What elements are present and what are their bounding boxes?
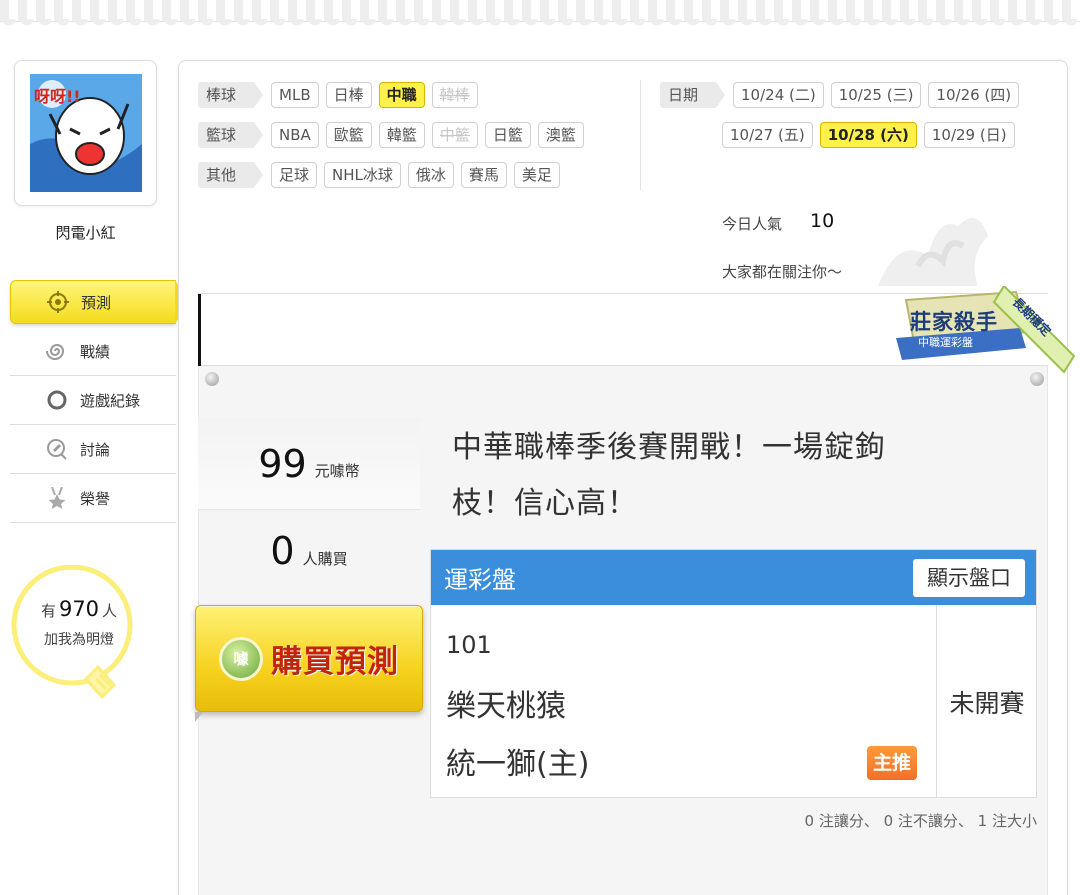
spiral-icon <box>46 340 68 362</box>
sidebar-item-record[interactable]: 戰績 <box>10 327 176 376</box>
date-1026[interactable]: 10/26 (四) <box>928 82 1020 108</box>
sidebar-item-label: 討論 <box>80 440 111 459</box>
bet-stats-line: 0 注讓分、 0 注不讓分、 1 注大小 <box>804 812 1037 830</box>
sidebar-item-label: 榮譽 <box>80 489 111 508</box>
date-1024[interactable]: 10/24 (二) <box>733 82 824 108</box>
ring-icon <box>46 389 68 411</box>
prediction-headline: 中華職棒季後賽開戰！一場錠鉤 枝！信心高！ <box>452 420 972 532</box>
coin-glyph: 噱 <box>233 650 249 668</box>
buy-prediction-button[interactable]: 噱 購買預測 <box>195 605 423 712</box>
date-1029[interactable]: 10/29 (日) <box>923 122 1015 148</box>
tag-nba[interactable]: NBA <box>271 122 319 148</box>
tag-kbl[interactable]: 韓籃 <box>378 122 425 148</box>
medal-icon <box>46 487 68 509</box>
avatar-caption: 呀呀!! <box>34 87 81 106</box>
buy-prediction-label: 購買預測 <box>271 644 399 680</box>
buyer-count: 0 <box>270 529 295 573</box>
away-team: 樂天桃猿 <box>446 689 566 724</box>
date-row-2: 10/27 (五) 10/28 (六) 10/29 (日) <box>722 122 1015 148</box>
odds-card: 運彩盤 顯示盤口 101 樂天桃猿 統一獅(主) 主推 未開賽 <box>430 549 1037 798</box>
tag-nfl[interactable]: 美足 <box>513 162 560 188</box>
sidebar-menu: 預測 戰績 遊戲紀錄 討論 榮譽 <box>10 280 189 523</box>
tag-npb[interactable]: 日棒 <box>325 82 372 108</box>
fans-count: 970 <box>58 597 100 621</box>
fans-count-line: 有 970 人 <box>24 597 134 621</box>
tag-sbl: 中籃 <box>431 122 478 148</box>
fans-prefix: 有 <box>40 602 56 620</box>
target-icon <box>47 291 69 313</box>
coin-unit: 元噱幣 <box>314 462 360 480</box>
category-label-baseball: 棒球 <box>198 82 264 108</box>
odds-body: 101 樂天桃猿 統一獅(主) 主推 未開賽 <box>431 605 1036 798</box>
coin-price-box: 99 元噱幣 <box>198 418 420 510</box>
attention-text: 大家都在關注你～ <box>722 263 843 281</box>
top-decorative-border <box>0 0 1080 27</box>
sidebar-item-prediction[interactable]: 預測 <box>10 280 189 324</box>
tag-bleague[interactable]: 日籃 <box>484 122 531 148</box>
sidebar-item-label: 遊戲紀錄 <box>80 391 141 410</box>
popularity-value: 10 <box>810 210 835 232</box>
sidebar-item-discussion[interactable]: 討論 <box>10 425 176 474</box>
decorative-mascot-icon <box>878 218 988 286</box>
tag-nhl[interactable]: NHL冰球 <box>324 162 401 188</box>
tag-horse-racing[interactable]: 賽馬 <box>460 162 507 188</box>
filter-row-other: 其他 足球 NHL冰球 俄冰 賽馬 美足 <box>198 162 560 188</box>
username[interactable]: 閃電小紅 <box>14 222 157 243</box>
buyer-unit: 人購買 <box>302 549 348 568</box>
show-odds-button[interactable]: 顯示盤口 <box>913 558 1025 597</box>
sidebar-item-label: 戰績 <box>80 342 111 361</box>
badge-title: 莊家殺手 <box>910 310 998 334</box>
fans-bulb[interactable]: 有 970 人 加我為明燈 <box>10 565 140 715</box>
fans-unit: 人 <box>102 602 118 620</box>
buy-button-tail <box>195 712 203 722</box>
filter-row-basketball: 籃球 NBA 歐籃 韓籃 中籃 日籃 澳籃 <box>198 122 584 148</box>
headline-line-2: 枝！信心高！ <box>452 486 638 521</box>
date-1025[interactable]: 10/25 (三) <box>830 82 922 108</box>
pin-icon <box>1030 372 1044 386</box>
badge-subtitle: 中職運彩盤 <box>918 336 973 349</box>
date-label: 日期 <box>660 82 726 108</box>
game-status: 未開賽 <box>949 688 1025 718</box>
filter-row-baseball: 棒球 MLB 日棒 中職 韓棒 <box>198 82 478 108</box>
discussion-icon <box>46 438 68 460</box>
tag-nbl[interactable]: 澳籃 <box>537 122 584 148</box>
coin-icon: 噱 <box>219 636 263 681</box>
category-label-basketball: 籃球 <box>198 122 264 148</box>
date-row-1: 日期 10/24 (二) 10/25 (三) 10/26 (四) <box>660 82 1020 108</box>
sidebar-item-game-log[interactable]: 遊戲紀錄 <box>10 376 176 425</box>
tag-soccer[interactable]: 足球 <box>271 162 318 188</box>
avatar[interactable]: 呀呀!! <box>14 60 157 206</box>
tag-khl[interactable]: 俄冰 <box>407 162 454 188</box>
sidebar-item-label: 預測 <box>81 293 112 312</box>
buyer-count-box: 0 人購買 <box>198 510 420 592</box>
pin-icon <box>205 372 219 386</box>
date-1027[interactable]: 10/27 (五) <box>722 122 813 148</box>
game-number: 101 <box>446 631 492 659</box>
tag-cpbl[interactable]: 中職 <box>378 82 425 108</box>
category-label-other: 其他 <box>198 162 264 188</box>
odds-title: 運彩盤 <box>444 566 516 594</box>
odds-header: 運彩盤 顯示盤口 <box>431 550 1036 605</box>
fans-suffix: 加我為明燈 <box>44 632 114 648</box>
main-pick-badge: 主推 <box>867 746 918 780</box>
avatar-image: 呀呀!! <box>29 74 142 192</box>
home-team: 統一獅(主) <box>446 747 590 782</box>
tag-mlb[interactable]: MLB <box>271 82 319 108</box>
tag-euro-basketball[interactable]: 歐籃 <box>325 122 372 148</box>
sidebar-item-honor[interactable]: 榮譽 <box>10 474 176 523</box>
coin-amount: 99 <box>258 441 307 486</box>
filter-divider <box>640 80 641 190</box>
date-1028[interactable]: 10/28 (六) <box>819 122 917 148</box>
tag-kbo: 韓棒 <box>431 82 478 108</box>
headline-line-1: 中華職棒季後賽開戰！一場錠鉤 <box>452 430 886 465</box>
popularity-label: 今日人氣 <box>722 215 783 233</box>
